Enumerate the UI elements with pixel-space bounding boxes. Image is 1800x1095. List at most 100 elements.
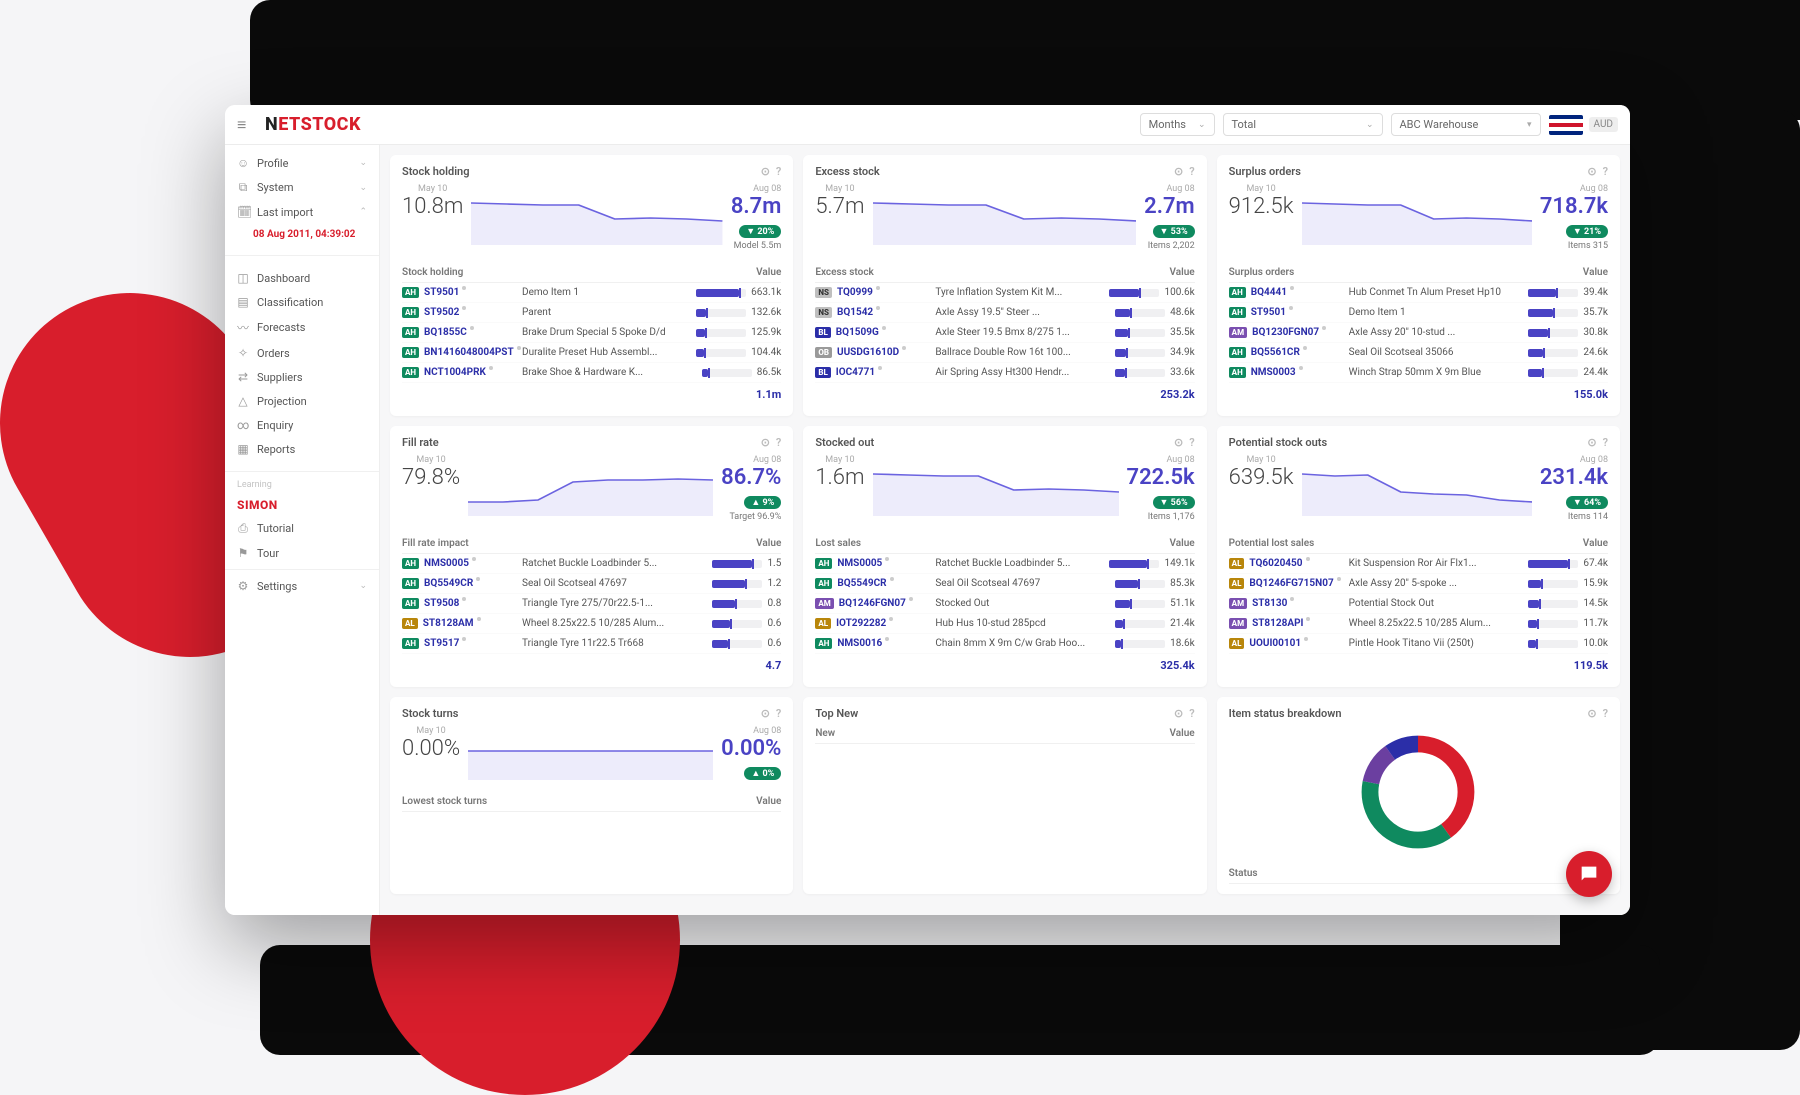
help-icon[interactable]: ? bbox=[1189, 707, 1194, 720]
sidebar-item-last-import[interactable]: 🗓Last import⌃ bbox=[225, 200, 379, 224]
table-row[interactable]: ALST8128AMWheel 8.25x22.5 10/285 Alum...… bbox=[402, 614, 781, 634]
sku-link[interactable]: BQ5549CR bbox=[837, 578, 886, 589]
sidebar-item-tour[interactable]: ⚑Tour bbox=[225, 541, 379, 565]
sku-link[interactable]: NMS0016 bbox=[837, 638, 882, 649]
scope-select[interactable]: Total⌄ bbox=[1223, 113, 1383, 136]
table-row[interactable]: AHBQ5549CRSeal Oil Scotseal 4769785.3k bbox=[815, 574, 1194, 594]
sku-link[interactable]: ST9502 bbox=[424, 307, 459, 318]
info-icon[interactable]: ⊙ bbox=[1174, 165, 1183, 178]
sidebar-item-reports[interactable]: ▦Reports bbox=[225, 437, 379, 461]
sidebar-item-profile[interactable]: ☺Profile⌄ bbox=[225, 151, 379, 175]
sidebar-item-dashboard[interactable]: ◫Dashboard bbox=[225, 266, 379, 290]
sku-link[interactable]: UUSDG1610D bbox=[837, 347, 899, 358]
sku-link[interactable]: NMS0005 bbox=[837, 558, 882, 569]
sidebar-item-orders[interactable]: ✧Orders bbox=[225, 341, 379, 365]
table-row[interactable]: BLIOC4771Air Spring Assy Ht300 Hendr...3… bbox=[815, 363, 1194, 383]
table-total[interactable]: 1.1m bbox=[402, 383, 781, 406]
table-row[interactable]: ALUOUI00101Pintle Hook Titano Vii (250t)… bbox=[1229, 634, 1608, 654]
help-icon[interactable]: ? bbox=[1189, 436, 1194, 449]
sidebar-item-enquiry[interactable]: ∞Enquiry bbox=[225, 413, 379, 437]
menu-icon[interactable]: ≡ bbox=[237, 115, 255, 135]
sidebar-item-system[interactable]: ⧉System⌄ bbox=[225, 175, 379, 200]
sku-link[interactable]: NCT1004PRK bbox=[424, 367, 486, 378]
sku-link[interactable]: TQ0999 bbox=[837, 287, 873, 298]
table-row[interactable]: AHST9501Demo Item 135.7k bbox=[1229, 303, 1608, 323]
info-icon[interactable]: ⊙ bbox=[761, 165, 770, 178]
info-icon[interactable]: ⊙ bbox=[1174, 436, 1183, 449]
help-icon[interactable]: ? bbox=[1603, 707, 1608, 720]
sku-link[interactable]: UOUI00101 bbox=[1249, 638, 1301, 649]
table-row[interactable]: AHNMS0005Ratchet Buckle Loadbinder 5...1… bbox=[815, 554, 1194, 574]
table-row[interactable]: AHNMS0016Chain 8mm X 9m C/w Grab Hoo...1… bbox=[815, 634, 1194, 654]
table-row[interactable]: OBUUSDG1610DBallrace Double Row 16t 100.… bbox=[815, 343, 1194, 363]
sku-link[interactable]: BQ1246FGN07 bbox=[839, 598, 906, 609]
table-row[interactable]: ALIOT292282Hub Hus 10-stud 285pcd21.4k bbox=[815, 614, 1194, 634]
info-icon[interactable]: ⊙ bbox=[761, 707, 770, 720]
sidebar-item-forecasts[interactable]: 〰Forecasts bbox=[225, 314, 379, 341]
table-row[interactable]: AHBQ4441Hub Conmet Tn Alum Preset Hp1039… bbox=[1229, 283, 1608, 303]
flag-icon[interactable] bbox=[1549, 115, 1583, 135]
sku-link[interactable]: BQ5549CR bbox=[424, 578, 473, 589]
table-total[interactable]: 4.7 bbox=[402, 654, 781, 677]
table-row[interactable]: ALTQ6020450Kit Suspension Ror Air Flx1..… bbox=[1229, 554, 1608, 574]
sku-link[interactable]: ST8128AM bbox=[423, 618, 474, 629]
table-row[interactable]: AHST9517Triangle Tyre 11r22.5 Tr6680.6 bbox=[402, 634, 781, 654]
sku-link[interactable]: ST9501 bbox=[424, 287, 459, 298]
sku-link[interactable]: BN1416048004PST bbox=[424, 347, 514, 358]
sku-link[interactable]: ST9517 bbox=[424, 638, 459, 649]
sidebar-item-classification[interactable]: ▤Classification bbox=[225, 290, 379, 314]
sku-link[interactable]: BQ5561CR bbox=[1251, 347, 1300, 358]
sku-link[interactable]: ST9508 bbox=[424, 598, 459, 609]
sku-link[interactable]: TQ6020450 bbox=[1249, 558, 1302, 569]
sku-link[interactable]: BQ1542 bbox=[837, 307, 873, 318]
table-row[interactable]: AHNMS0005Ratchet Buckle Loadbinder 5...1… bbox=[402, 554, 781, 574]
sku-link[interactable]: IOT292282 bbox=[836, 618, 886, 629]
table-row[interactable]: AHST9508Triangle Tyre 275/70r22.5-1...0.… bbox=[402, 594, 781, 614]
table-total[interactable]: 253.2k bbox=[815, 383, 1194, 406]
intercom-button[interactable] bbox=[1566, 851, 1612, 897]
table-row[interactable]: AMST8128APIWheel 8.25x22.5 10/285 Alum..… bbox=[1229, 614, 1608, 634]
sidebar-item-projection[interactable]: △Projection bbox=[225, 389, 379, 413]
help-icon[interactable]: ? bbox=[776, 165, 781, 178]
sku-link[interactable]: NMS0005 bbox=[424, 558, 469, 569]
sku-link[interactable]: BQ1246FG715N07 bbox=[1249, 578, 1333, 589]
table-row[interactable]: NSTQ0999Tyre Inflation System Kit M...10… bbox=[815, 283, 1194, 303]
table-row[interactable]: AHST9502Parent132.6k bbox=[402, 303, 781, 323]
sku-link[interactable]: NMS0003 bbox=[1251, 367, 1296, 378]
sku-link[interactable]: ST8128API bbox=[1252, 618, 1303, 629]
info-icon[interactable]: ⊙ bbox=[1174, 707, 1183, 720]
sku-link[interactable]: BQ1509G bbox=[836, 327, 879, 338]
warehouse-select[interactable]: ABC Warehouse▾ bbox=[1391, 113, 1541, 136]
table-row[interactable]: AMST8130Potential Stock Out14.5k bbox=[1229, 594, 1608, 614]
help-icon[interactable]: ? bbox=[1603, 436, 1608, 449]
sku-link[interactable]: BQ1855C bbox=[424, 327, 467, 338]
table-row[interactable]: AHBN1416048004PSTDuralite Preset Hub Ass… bbox=[402, 343, 781, 363]
sku-link[interactable]: BQ4441 bbox=[1251, 287, 1287, 298]
table-row[interactable]: AHBQ5561CRSeal Oil Scotseal 3506624.6k bbox=[1229, 343, 1608, 363]
sku-link[interactable]: ST9501 bbox=[1251, 307, 1286, 318]
sku-link[interactable]: ST8130 bbox=[1252, 598, 1287, 609]
help-icon[interactable]: ? bbox=[776, 707, 781, 720]
table-row[interactable]: AMBQ1230FGN07Axle Assy 20" 10-stud ...30… bbox=[1229, 323, 1608, 343]
sku-link[interactable]: IOC4771 bbox=[836, 367, 875, 378]
table-row[interactable]: AHNCT1004PRKBrake Shoe & Hardware K...86… bbox=[402, 363, 781, 383]
table-total[interactable]: 155.0k bbox=[1229, 383, 1608, 406]
help-icon[interactable]: ? bbox=[1189, 165, 1194, 178]
sidebar-item-settings[interactable]: ⚙Settings⌄ bbox=[225, 574, 379, 598]
table-row[interactable]: AMBQ1246FGN07Stocked Out51.1k bbox=[815, 594, 1194, 614]
sidebar-item-tutorial[interactable]: ⎙Tutorial bbox=[225, 516, 379, 541]
table-row[interactable]: NSBQ1542Axle Assy 19.5" Steer ...48.6k bbox=[815, 303, 1194, 323]
info-icon[interactable]: ⊙ bbox=[1587, 707, 1596, 720]
table-total[interactable]: 325.4k bbox=[815, 654, 1194, 677]
table-row[interactable]: AHNMS0003Winch Strap 50mm X 9m Blue24.4k bbox=[1229, 363, 1608, 383]
period-select[interactable]: Months⌄ bbox=[1140, 113, 1215, 136]
sku-link[interactable]: BQ1230FGN07 bbox=[1252, 327, 1319, 338]
info-icon[interactable]: ⊙ bbox=[761, 436, 770, 449]
table-row[interactable]: BLBQ1509GAxle Steer 19.5 Bmx 8/275 1...3… bbox=[815, 323, 1194, 343]
table-row[interactable]: AHBQ5549CRSeal Oil Scotseal 476971.2 bbox=[402, 574, 781, 594]
sidebar-item-suppliers[interactable]: ⇄Suppliers bbox=[225, 365, 379, 389]
table-row[interactable]: AHST9501Demo Item 1663.1k bbox=[402, 283, 781, 303]
table-total[interactable]: 119.5k bbox=[1229, 654, 1608, 677]
table-row[interactable]: ALBQ1246FG715N07Axle Assy 20" 5-spoke ..… bbox=[1229, 574, 1608, 594]
info-icon[interactable]: ⊙ bbox=[1587, 165, 1596, 178]
